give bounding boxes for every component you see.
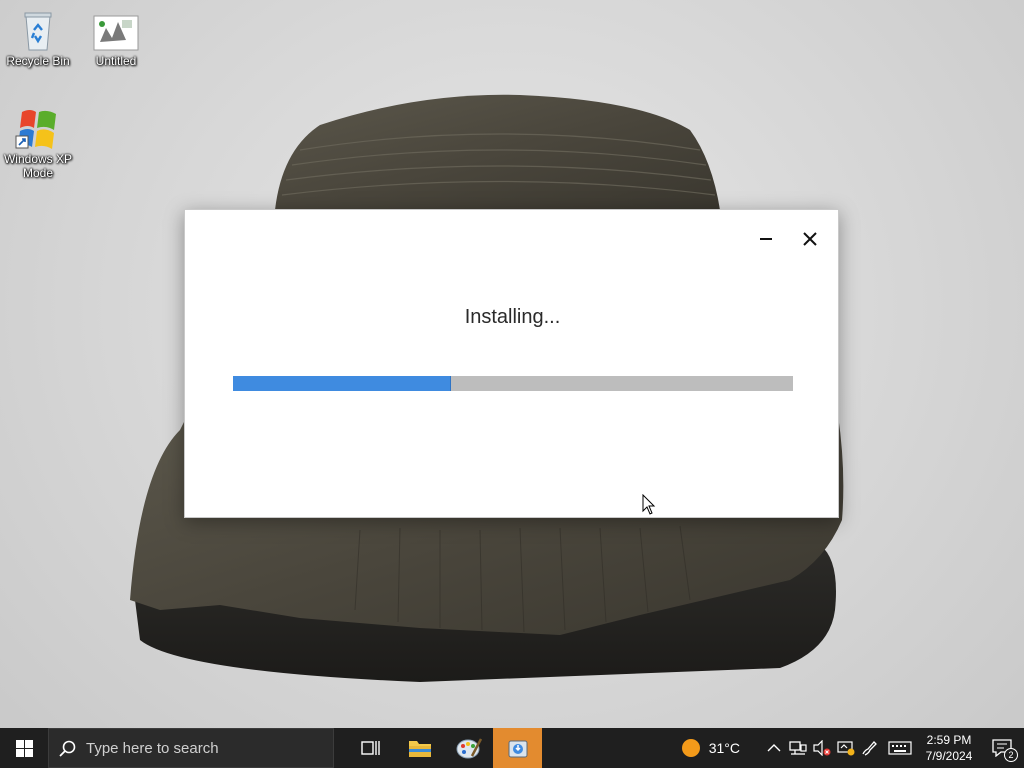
- progress-bar-fill: [233, 376, 452, 391]
- sun-icon: [681, 739, 700, 757]
- paint-palette-icon: [456, 738, 482, 759]
- start-button[interactable]: [0, 728, 48, 768]
- clock-date: 7/9/2024: [925, 749, 973, 763]
- keyboard-icon: [888, 741, 912, 755]
- clock-time: 2:59 PM: [926, 733, 972, 747]
- installer-app-icon: [508, 740, 527, 758]
- notification-count-badge: 2: [1004, 748, 1018, 762]
- close-button[interactable]: [792, 224, 828, 254]
- task-view-button[interactable]: [346, 728, 395, 768]
- image-file-icon: [92, 8, 140, 52]
- search-input[interactable]: [86, 739, 316, 757]
- weather-temperature: 31°C: [708, 740, 740, 756]
- untitled-desktop-icon[interactable]: Untitled: [78, 8, 154, 68]
- taskbar: 31°C: [0, 728, 1024, 768]
- monitor-warning-icon: [837, 741, 855, 756]
- install-status-text: Installing...: [464, 306, 561, 328]
- recycle-bin-icon: [14, 8, 62, 52]
- volume-muted-icon: [813, 740, 831, 756]
- security-tray-button[interactable]: [834, 728, 858, 768]
- chevron-up-icon: [767, 744, 781, 752]
- weather-widget[interactable]: 31°C: [671, 728, 750, 768]
- installer-taskbar-button[interactable]: [493, 728, 542, 768]
- installer-dialog: Installing...: [184, 209, 839, 518]
- file-explorer-taskbar-button[interactable]: [395, 728, 444, 768]
- pen-tray-button[interactable]: [858, 728, 882, 768]
- paint-taskbar-button[interactable]: [444, 728, 493, 768]
- network-tray-button[interactable]: [786, 728, 810, 768]
- show-hidden-icons-button[interactable]: [762, 728, 786, 768]
- windows-xp-mode-desktop-icon[interactable]: Windows XP Mode: [0, 106, 76, 180]
- mouse-pointer-icon: [642, 494, 656, 515]
- untitled-label: Untitled: [95, 54, 137, 68]
- task-view-icon: [360, 741, 380, 755]
- taskbar-search-box[interactable]: [48, 728, 334, 768]
- pen-icon: [862, 741, 877, 756]
- taskbar-clock[interactable]: 2:59 PM 7/9/2024: [918, 728, 980, 768]
- progress-bar: [233, 376, 793, 391]
- windows-xp-logo-icon: [14, 106, 62, 150]
- action-center-button[interactable]: 2: [980, 728, 1024, 768]
- recycle-bin-label: Recycle Bin: [6, 54, 70, 68]
- windows-logo-icon: [15, 739, 33, 757]
- minimize-icon: [760, 238, 772, 240]
- close-icon: [803, 232, 817, 246]
- network-icon: [789, 741, 807, 755]
- search-icon: [59, 740, 76, 757]
- windows-xp-mode-label: Windows XP Mode: [3, 152, 73, 180]
- recycle-bin-desktop-icon[interactable]: Recycle Bin: [0, 8, 76, 68]
- minimize-button[interactable]: [748, 224, 784, 254]
- folder-icon: [408, 741, 431, 757]
- volume-tray-button[interactable]: [810, 728, 834, 768]
- touch-keyboard-button[interactable]: [882, 728, 918, 768]
